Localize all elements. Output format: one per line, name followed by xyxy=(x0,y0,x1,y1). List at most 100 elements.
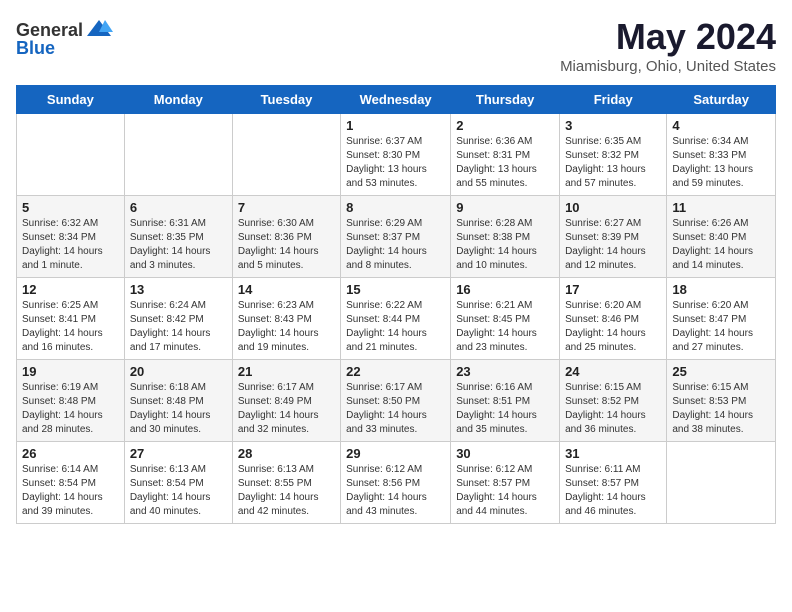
day-number: 27 xyxy=(130,446,227,461)
day-info: Sunrise: 6:20 AM Sunset: 8:47 PM Dayligh… xyxy=(672,299,770,355)
calendar-cell: 28 Sunrise: 6:13 AM Sunset: 8:55 PM Dayli… xyxy=(232,442,340,524)
day-header-thursday: Thursday xyxy=(451,86,560,114)
day-header-tuesday: Tuesday xyxy=(232,86,340,114)
day-info: Sunrise: 6:29 AM Sunset: 8:37 PM Dayligh… xyxy=(346,217,445,273)
calendar-cell: 19Sunrise: 6:19 AM Sunset: 8:48 PM Dayli… xyxy=(17,360,125,442)
calendar-cell: 21Sunrise: 6:17 AM Sunset: 8:49 PM Dayli… xyxy=(232,360,340,442)
day-info: Sunrise: 6:14 AM Sunset: 8:54 PM Dayligh… xyxy=(22,463,119,519)
day-number: 2 xyxy=(456,118,554,133)
day-number: 12 xyxy=(22,282,119,297)
logo-icon xyxy=(85,16,113,44)
week-row-2: 5Sunrise: 6:32 AM Sunset: 8:34 PM Daylig… xyxy=(17,196,776,278)
week-row-3: 12Sunrise: 6:25 AM Sunset: 8:41 PM Dayli… xyxy=(17,278,776,360)
calendar-cell: 23 Sunrise: 6:16 AM Sunset: 8:51 PM Dayli… xyxy=(451,360,560,442)
day-number: 6 xyxy=(130,200,227,215)
calendar-cell: 22 Sunrise: 6:17 AM Sunset: 8:50 PM Dayli… xyxy=(341,360,451,442)
calendar-body: 1Sunrise: 6:37 AM Sunset: 8:30 PM Daylig… xyxy=(17,114,776,524)
calendar-cell: 20 Sunrise: 6:18 AM Sunset: 8:48 PM Dayli… xyxy=(124,360,232,442)
day-info: Sunrise: 6:21 AM Sunset: 8:45 PM Dayligh… xyxy=(456,299,554,355)
calendar-cell: 8 Sunrise: 6:29 AM Sunset: 8:37 PM Daylig… xyxy=(341,196,451,278)
day-number: 23 xyxy=(456,364,554,379)
day-info: Sunrise: 6:11 AM Sunset: 8:57 PM Dayligh… xyxy=(565,463,661,519)
day-number: 9 xyxy=(456,200,554,215)
week-row-1: 1Sunrise: 6:37 AM Sunset: 8:30 PM Daylig… xyxy=(17,114,776,196)
day-info: Sunrise: 6:31 AM Sunset: 8:35 PM Dayligh… xyxy=(130,217,227,273)
day-number: 22 xyxy=(346,364,445,379)
day-header-sunday: Sunday xyxy=(17,86,125,114)
day-number: 20 xyxy=(130,364,227,379)
day-number: 19 xyxy=(22,364,119,379)
day-number: 4 xyxy=(672,118,770,133)
calendar-cell: 24 Sunrise: 6:15 AM Sunset: 8:52 PM Dayli… xyxy=(560,360,667,442)
day-info: Sunrise: 6:16 AM Sunset: 8:51 PM Dayligh… xyxy=(456,381,554,437)
day-info: Sunrise: 6:13 AM Sunset: 8:55 PM Dayligh… xyxy=(238,463,335,519)
day-number: 11 xyxy=(672,200,770,215)
day-number: 17 xyxy=(565,282,661,297)
day-info: Sunrise: 6:12 AM Sunset: 8:57 PM Dayligh… xyxy=(456,463,554,519)
day-number: 5 xyxy=(22,200,119,215)
day-number: 7 xyxy=(238,200,335,215)
calendar-cell: 26 Sunrise: 6:14 AM Sunset: 8:54 PM Dayli… xyxy=(17,442,125,524)
day-info: Sunrise: 6:24 AM Sunset: 8:42 PM Dayligh… xyxy=(130,299,227,355)
day-header-monday: Monday xyxy=(124,86,232,114)
logo: General Blue xyxy=(16,16,113,59)
day-info: Sunrise: 6:17 AM Sunset: 8:50 PM Dayligh… xyxy=(346,381,445,437)
calendar-cell: 16 Sunrise: 6:21 AM Sunset: 8:45 PM Dayli… xyxy=(451,278,560,360)
day-info: Sunrise: 6:26 AM Sunset: 8:40 PM Dayligh… xyxy=(672,217,770,273)
day-number: 28 xyxy=(238,446,335,461)
day-number: 18 xyxy=(672,282,770,297)
day-number: 15 xyxy=(346,282,445,297)
calendar-cell xyxy=(17,114,125,196)
day-number: 13 xyxy=(130,282,227,297)
calendar-cell xyxy=(232,114,340,196)
days-of-week-row: SundayMondayTuesdayWednesdayThursdayFrid… xyxy=(17,86,776,114)
day-number: 30 xyxy=(456,446,554,461)
title-block: May 2024 Miamisburg, Ohio, United States xyxy=(560,16,776,75)
day-header-wednesday: Wednesday xyxy=(341,86,451,114)
day-info: Sunrise: 6:20 AM Sunset: 8:46 PM Dayligh… xyxy=(565,299,661,355)
calendar-cell: 31 Sunrise: 6:11 AM Sunset: 8:57 PM Dayli… xyxy=(560,442,667,524)
calendar-cell: 18 Sunrise: 6:20 AM Sunset: 8:47 PM Dayli… xyxy=(667,278,776,360)
page-header: General Blue May 2024 Miamisburg, Ohio, … xyxy=(16,16,776,75)
day-number: 31 xyxy=(565,446,661,461)
calendar-cell: 12Sunrise: 6:25 AM Sunset: 8:41 PM Dayli… xyxy=(17,278,125,360)
calendar-cell: 25Sunrise: 6:15 AM Sunset: 8:53 PM Dayli… xyxy=(667,360,776,442)
main-title: May 2024 xyxy=(560,16,776,58)
week-row-4: 19Sunrise: 6:19 AM Sunset: 8:48 PM Dayli… xyxy=(17,360,776,442)
calendar-cell xyxy=(124,114,232,196)
day-info: Sunrise: 6:30 AM Sunset: 8:36 PM Dayligh… xyxy=(238,217,335,273)
calendar-cell: 13 Sunrise: 6:24 AM Sunset: 8:42 PM Dayli… xyxy=(124,278,232,360)
calendar-cell: 1Sunrise: 6:37 AM Sunset: 8:30 PM Daylig… xyxy=(341,114,451,196)
day-info: Sunrise: 6:12 AM Sunset: 8:56 PM Dayligh… xyxy=(346,463,445,519)
day-info: Sunrise: 6:28 AM Sunset: 8:38 PM Dayligh… xyxy=(456,217,554,273)
day-number: 16 xyxy=(456,282,554,297)
calendar-cell: 10 Sunrise: 6:27 AM Sunset: 8:39 PM Dayli… xyxy=(560,196,667,278)
day-info: Sunrise: 6:15 AM Sunset: 8:53 PM Dayligh… xyxy=(672,381,770,437)
day-info: Sunrise: 6:15 AM Sunset: 8:52 PM Dayligh… xyxy=(565,381,661,437)
day-info: Sunrise: 6:18 AM Sunset: 8:48 PM Dayligh… xyxy=(130,381,227,437)
calendar-header: SundayMondayTuesdayWednesdayThursdayFrid… xyxy=(17,86,776,114)
logo-blue: Blue xyxy=(16,38,55,59)
day-info: Sunrise: 6:23 AM Sunset: 8:43 PM Dayligh… xyxy=(238,299,335,355)
day-info: Sunrise: 6:13 AM Sunset: 8:54 PM Dayligh… xyxy=(130,463,227,519)
calendar-cell: 29Sunrise: 6:12 AM Sunset: 8:56 PM Dayli… xyxy=(341,442,451,524)
day-number: 24 xyxy=(565,364,661,379)
calendar-cell: 30 Sunrise: 6:12 AM Sunset: 8:57 PM Dayli… xyxy=(451,442,560,524)
calendar-cell: 17 Sunrise: 6:20 AM Sunset: 8:46 PM Dayli… xyxy=(560,278,667,360)
calendar-cell: 5Sunrise: 6:32 AM Sunset: 8:34 PM Daylig… xyxy=(17,196,125,278)
calendar-cell: 15 Sunrise: 6:22 AM Sunset: 8:44 PM Dayli… xyxy=(341,278,451,360)
subtitle: Miamisburg, Ohio, United States xyxy=(560,58,776,75)
day-number: 10 xyxy=(565,200,661,215)
day-info: Sunrise: 6:17 AM Sunset: 8:49 PM Dayligh… xyxy=(238,381,335,437)
day-header-friday: Friday xyxy=(560,86,667,114)
day-info: Sunrise: 6:27 AM Sunset: 8:39 PM Dayligh… xyxy=(565,217,661,273)
day-number: 14 xyxy=(238,282,335,297)
day-info: Sunrise: 6:22 AM Sunset: 8:44 PM Dayligh… xyxy=(346,299,445,355)
day-number: 8 xyxy=(346,200,445,215)
day-number: 26 xyxy=(22,446,119,461)
week-row-5: 26 Sunrise: 6:14 AM Sunset: 8:54 PM Dayli… xyxy=(17,442,776,524)
day-header-saturday: Saturday xyxy=(667,86,776,114)
day-info: Sunrise: 6:36 AM Sunset: 8:31 PM Dayligh… xyxy=(456,135,554,191)
day-number: 3 xyxy=(565,118,661,133)
day-info: Sunrise: 6:35 AM Sunset: 8:32 PM Dayligh… xyxy=(565,135,661,191)
